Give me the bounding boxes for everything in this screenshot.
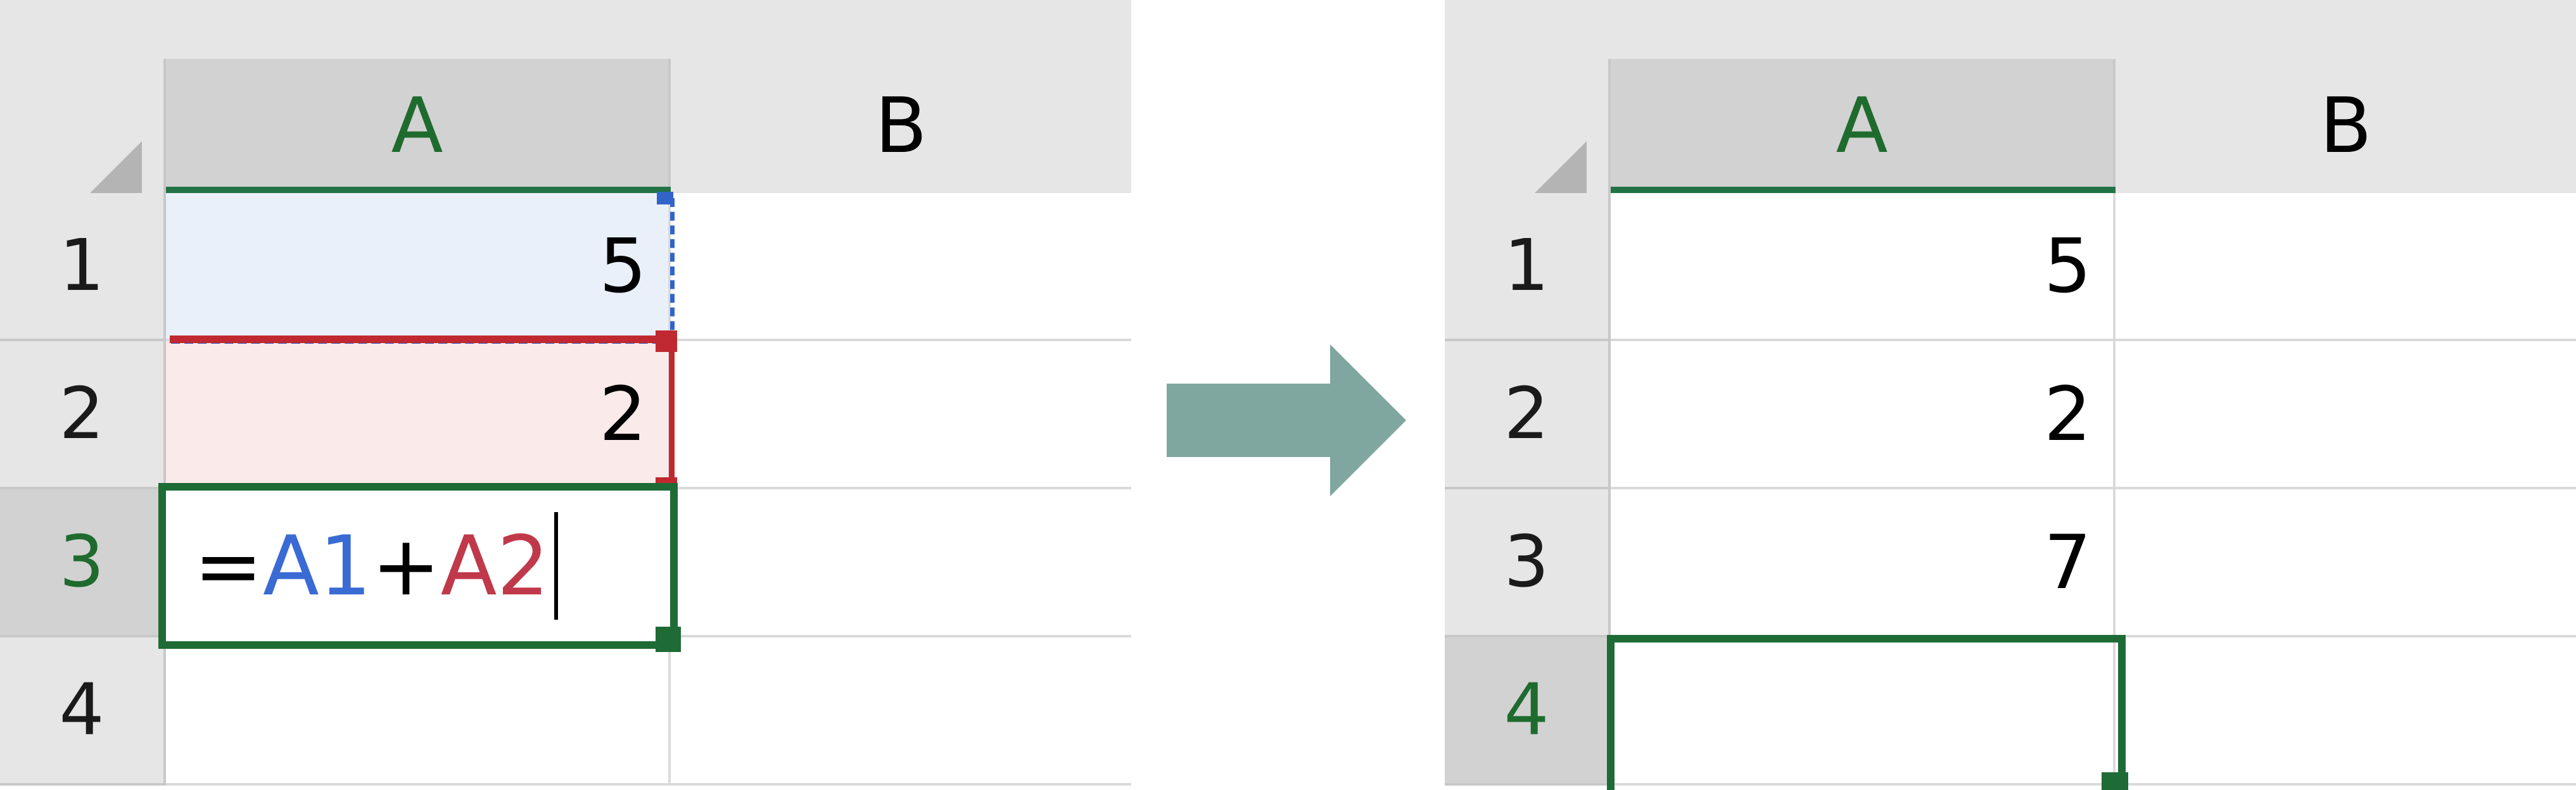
column-header-b[interactable]: B — [671, 59, 1131, 193]
row-header-4[interactable]: 4 — [1445, 637, 1611, 786]
sheet-top-strip — [1445, 0, 2576, 59]
cell-b4[interactable] — [671, 637, 1131, 786]
fill-handle[interactable] — [656, 627, 681, 652]
cell-b3[interactable] — [671, 489, 1131, 637]
row-header-4[interactable]: 4 — [0, 637, 166, 786]
row-header-1[interactable]: 1 — [1445, 193, 1611, 341]
row-header-1[interactable]: 1 — [0, 193, 166, 341]
cell-a3-editor[interactable]: = A1 + A2 — [158, 483, 678, 649]
text-caret — [554, 512, 559, 620]
column-header-b[interactable]: B — [2116, 59, 2576, 193]
cell-a1[interactable]: 5 — [1611, 193, 2116, 341]
formula-equals: = — [194, 518, 263, 614]
reference-handle-a2-top[interactable] — [656, 330, 677, 352]
fill-handle[interactable] — [2102, 772, 2128, 790]
cell-a2[interactable]: 2 — [1611, 341, 2116, 489]
cell-a2[interactable]: 2 — [166, 341, 671, 489]
row-header-3[interactable]: 3 — [0, 489, 166, 637]
cell-b1[interactable] — [671, 193, 1131, 341]
active-cell-a4-border — [1607, 635, 2126, 790]
formula-ref-a1: A1 — [262, 518, 372, 614]
select-all-button[interactable] — [1445, 59, 1611, 226]
right-arrow-icon — [1167, 344, 1406, 496]
sheet-top-strip — [0, 0, 1131, 59]
cell-b4[interactable] — [2116, 637, 2576, 786]
row-header-3[interactable]: 3 — [1445, 489, 1611, 637]
select-all-button[interactable] — [0, 59, 166, 226]
sheet-before: A B 1 2 3 4 5 2 = A1 + A2 — [0, 0, 1131, 790]
cell-b1[interactable] — [2116, 193, 2576, 341]
column-header-a[interactable]: A — [1611, 59, 2116, 193]
formula-plus: + — [371, 518, 441, 614]
formula-text: = A1 + A2 — [194, 491, 559, 641]
formula-ref-a2: A2 — [440, 518, 550, 614]
cell-a4[interactable] — [166, 637, 671, 786]
row-header-2[interactable]: 2 — [0, 341, 166, 489]
cell-b2[interactable] — [2116, 341, 2576, 489]
reference-handle-a1[interactable] — [657, 192, 673, 204]
row-header-2[interactable]: 2 — [1445, 341, 1611, 489]
cell-a1[interactable]: 5 — [166, 193, 671, 341]
column-header-a[interactable]: A — [166, 59, 671, 193]
cell-b3[interactable] — [2116, 489, 2576, 637]
cell-a3[interactable]: 7 — [1611, 489, 2116, 637]
cell-b2[interactable] — [671, 341, 1131, 489]
